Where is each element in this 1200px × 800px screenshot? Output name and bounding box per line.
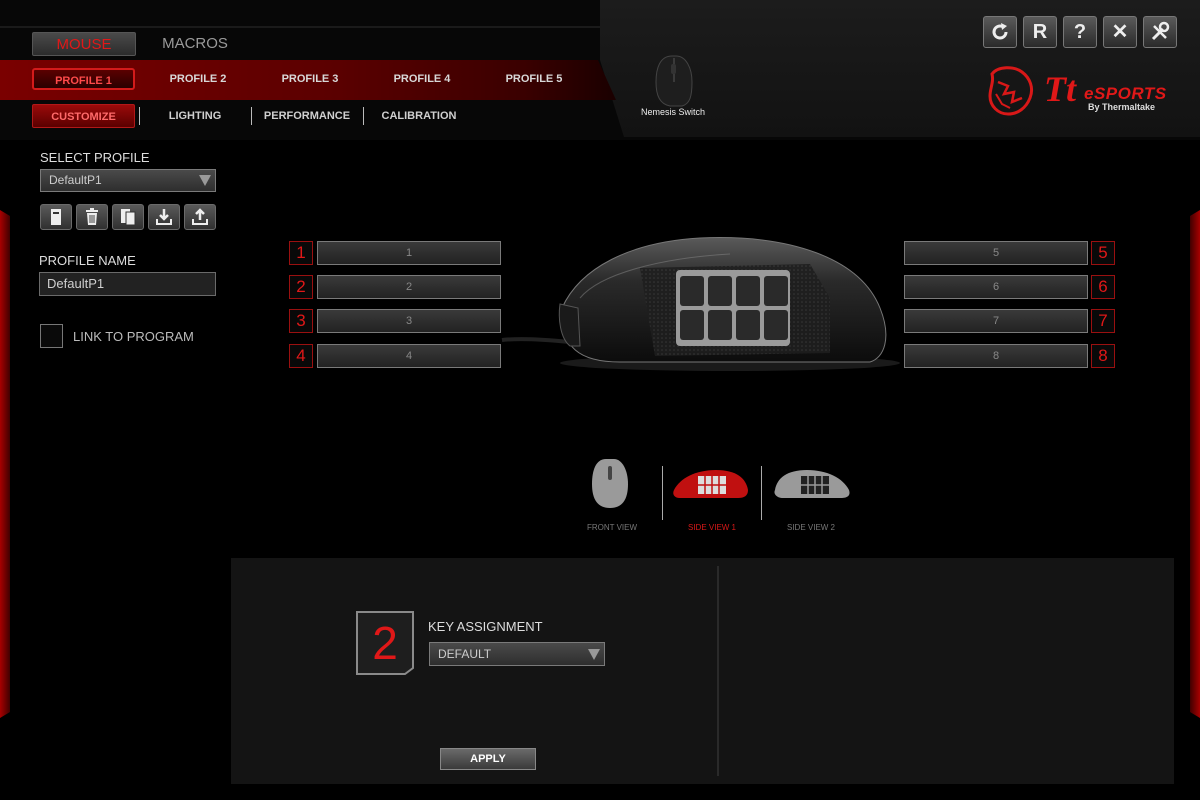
button-number-5: 5: [1091, 241, 1115, 265]
button-number-3: 3: [289, 309, 313, 333]
brand-logo: Tt eSPORTS By Thermaltake: [984, 64, 1184, 120]
tab-calibration[interactable]: CALIBRATION: [372, 104, 466, 128]
button-key-field-1[interactable]: 1: [317, 241, 501, 265]
side-keypad: [676, 270, 790, 346]
key-assignment-label: KEY ASSIGNMENT: [428, 619, 543, 634]
button-key-field-8[interactable]: 8: [904, 344, 1088, 368]
copy-icon: [121, 209, 136, 226]
chevron-down-icon: [588, 649, 600, 660]
divider: [139, 107, 140, 125]
copy-profile-button[interactable]: [112, 204, 144, 230]
select-profile-label: SELECT PROFILE: [40, 150, 150, 165]
close-icon: ✕: [1111, 21, 1129, 43]
divider: [363, 107, 364, 125]
delete-icon: [86, 208, 98, 225]
button-number-4: 4: [289, 344, 313, 368]
tiger-logo-icon: [988, 66, 1034, 116]
refresh-icon: [992, 23, 1008, 40]
link-to-program-label: LINK TO PROGRAM: [73, 329, 194, 344]
side-view-2-label: SIDE VIEW 2: [786, 523, 835, 532]
tab-macros[interactable]: MACROS: [150, 32, 240, 56]
divider: [251, 107, 252, 125]
tab-profile-1[interactable]: PROFILE 1: [32, 68, 135, 90]
profile-name-field[interactable]: DefaultP1: [39, 272, 216, 296]
brand-by-thermaltake: By Thermaltake: [1088, 102, 1156, 112]
device-name: Nemesis Switch: [640, 107, 705, 117]
apply-button[interactable]: APPLY: [440, 748, 536, 770]
tab-lighting[interactable]: LIGHTING: [150, 104, 240, 128]
tab-profile-4[interactable]: PROFILE 4: [376, 68, 468, 90]
profile-select[interactable]: DefaultP1: [40, 169, 216, 192]
tab-mouse[interactable]: MOUSE: [32, 32, 136, 56]
import-profile-button[interactable]: [148, 204, 180, 230]
help-button[interactable]: ?: [1063, 16, 1097, 48]
chevron-down-icon: [199, 175, 211, 186]
reset-button[interactable]: R: [1023, 16, 1057, 48]
brand-tt: Tt: [1044, 69, 1076, 109]
button-number-8: 8: [1091, 344, 1115, 368]
divider: [717, 566, 719, 776]
divider: [761, 466, 762, 520]
save-profile-button[interactable]: [40, 204, 72, 230]
tab-customize[interactable]: CUSTOMIZE: [32, 104, 135, 128]
delete-profile-button[interactable]: [76, 204, 108, 230]
left-rail: [0, 210, 10, 718]
mouse-side-1-icon: [673, 470, 748, 498]
button-number-6: 6: [1091, 275, 1115, 299]
close-button[interactable]: ✕: [1103, 16, 1137, 48]
button-key-field-4[interactable]: 4: [317, 344, 501, 368]
selected-key-number: 2: [372, 617, 398, 669]
tab-performance[interactable]: PERFORMANCE: [257, 104, 357, 128]
help-icon: ?: [1073, 21, 1087, 43]
key-assignment-select[interactable]: DEFAULT: [429, 642, 605, 666]
button-key-field-5[interactable]: 5: [904, 241, 1088, 265]
tab-profile-2[interactable]: PROFILE 2: [152, 68, 244, 90]
mouse-side-2-icon: [774, 470, 850, 498]
button-key-field-7[interactable]: 7: [904, 309, 1088, 333]
button-number-1: 1: [289, 241, 313, 265]
reset-icon: R: [1032, 21, 1048, 43]
import-icon: [156, 209, 172, 225]
right-rail: [1190, 210, 1200, 718]
profile-select-value: DefaultP1: [49, 173, 102, 187]
mouse-side-view-image: [501, 237, 900, 371]
tab-profile-3[interactable]: PROFILE 3: [264, 68, 356, 90]
front-view-label: FRONT VIEW: [586, 523, 638, 532]
mouse-front-icon: [592, 459, 628, 508]
button-number-2: 2: [289, 275, 313, 299]
tools-button[interactable]: [1143, 16, 1177, 48]
export-icon: [192, 208, 208, 225]
brand-esports: eSPORTS: [1084, 84, 1167, 103]
refresh-button[interactable]: [983, 16, 1017, 48]
button-number-7: 7: [1091, 309, 1115, 333]
side-view-1-label: SIDE VIEW 1: [687, 523, 736, 532]
button-key-field-6[interactable]: 6: [904, 275, 1088, 299]
save-icon: [51, 209, 61, 225]
button-key-field-3[interactable]: 3: [317, 309, 501, 333]
key-assignment-value: DEFAULT: [438, 647, 492, 661]
link-to-program-checkbox[interactable]: [40, 324, 63, 348]
button-key-field-2[interactable]: 2: [317, 275, 501, 299]
divider: [662, 466, 663, 520]
export-profile-button[interactable]: [184, 204, 216, 230]
profile-name-label: PROFILE NAME: [39, 253, 136, 268]
tools-icon: [1151, 21, 1170, 41]
tab-profile-5[interactable]: PROFILE 5: [488, 68, 580, 90]
